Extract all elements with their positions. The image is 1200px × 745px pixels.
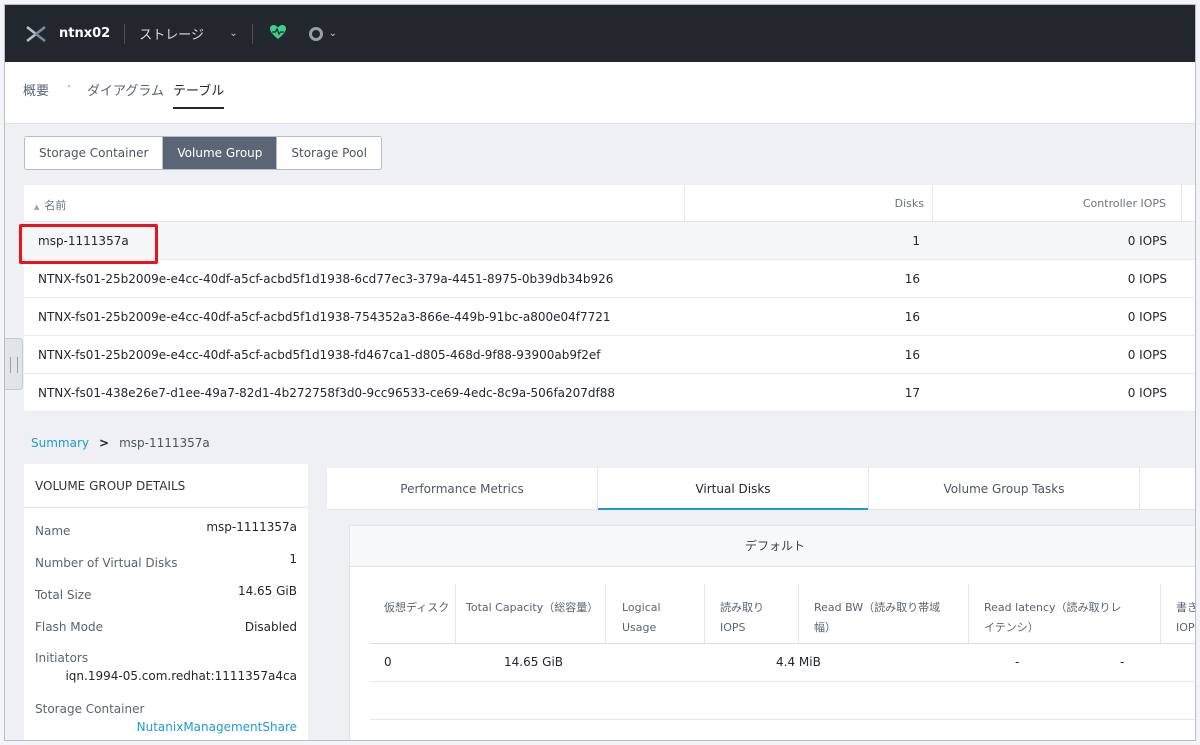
- column-header-vdisk[interactable]: 仮想ディスク: [384, 598, 450, 618]
- table-row[interactable]: msp-1111357a 1 0 IOPS: [24, 222, 1195, 260]
- column-divider: [704, 584, 705, 644]
- entity-type-tabs: Storage Container Volume Group Storage P…: [24, 136, 382, 170]
- sidebar-resize-handle[interactable]: [5, 338, 23, 390]
- table-row[interactable]: NTNX-fs01-25b2009e-e4cc-40df-a5cf-acbd5f…: [24, 336, 1195, 374]
- tab-divider: [1139, 468, 1140, 510]
- column-header-read-bw[interactable]: Read BW（読み取り帯域幅）: [814, 598, 949, 638]
- subnav-separator: ·: [155, 80, 160, 95]
- health-heart-icon[interactable]: [269, 24, 287, 43]
- column-divider: [1181, 185, 1182, 222]
- subnav-table[interactable]: テーブル: [173, 80, 225, 109]
- breadcrumb: Summary > msp-1111357a: [31, 436, 210, 450]
- cell-total-capacity: 14.65 GiB: [504, 655, 564, 669]
- nutanix-logo-icon[interactable]: [25, 23, 47, 45]
- view-subnav: 概要 · ダイアグラム · テーブル: [5, 62, 1195, 124]
- cell-extra: -: [1120, 655, 1125, 669]
- row-disks: 1: [912, 234, 920, 248]
- table-row-empty: [370, 720, 1195, 740]
- vdisk-table: 仮想ディスク Total Capacity（総容量） Logical Usage…: [370, 584, 1195, 740]
- row-disks: 16: [904, 272, 920, 286]
- sort-ascending-icon: ▲: [34, 203, 40, 211]
- table-row[interactable]: NTNX-fs01-438e26e7-d1ee-49a7-82d1-4b2727…: [24, 374, 1195, 412]
- cluster-name[interactable]: ntnx02: [59, 26, 110, 41]
- virtual-disks-tab-body: デフォルト 仮想ディスク Total Capacity（総容量） Logical…: [327, 510, 1195, 740]
- column-header-read-iops[interactable]: 読み取りIOPS: [720, 598, 772, 638]
- tab-storage-container[interactable]: Storage Container: [25, 137, 164, 169]
- table-row[interactable]: NTNX-fs01-25b2009e-e4cc-40df-a5cf-acbd5f…: [24, 260, 1195, 298]
- row-disks: 16: [904, 310, 920, 324]
- table-header: ▲ 名前 Disks Controller IOPS: [24, 185, 1195, 222]
- breadcrumb-summary-link[interactable]: Summary: [31, 436, 89, 450]
- divider: [251, 23, 253, 44]
- column-header-controller-iops[interactable]: Controller IOPS: [1064, 197, 1166, 210]
- table-row-empty: [370, 682, 1195, 720]
- column-header-logical-usage[interactable]: Logical Usage: [622, 598, 680, 638]
- detail-total-size: Total Size 14.65 GiB: [35, 584, 297, 602]
- subnav-diagram[interactable]: ダイアグラム: [87, 80, 164, 99]
- chevron-down-icon[interactable]: ⌄: [329, 28, 337, 39]
- column-header-name[interactable]: ▲ 名前: [34, 197, 66, 213]
- column-divider: [1160, 584, 1161, 644]
- app-window: ntnx02 ストレージ ⌄ ⌄ 概要 · ダイアグラム · テーブル Stor…: [4, 4, 1196, 741]
- cell-read-latency: -: [1015, 655, 1020, 669]
- tab-volume-group[interactable]: Volume Group: [163, 137, 278, 169]
- column-header-disks[interactable]: Disks: [874, 197, 924, 210]
- column-divider: [455, 584, 456, 644]
- column-divider: [605, 584, 606, 644]
- detail-tabs: Performance Metrics Virtual Disks Volume…: [327, 468, 1195, 510]
- table-row[interactable]: NTNX-fs01-25b2009e-e4cc-40df-a5cf-acbd5f…: [24, 298, 1195, 336]
- column-header-write-iops[interactable]: 書きIOP: [1176, 598, 1195, 638]
- vdisk-table-header: 仮想ディスク Total Capacity（総容量） Logical Usage…: [370, 584, 1195, 644]
- row-name: NTNX-fs01-25b2009e-e4cc-40df-a5cf-acbd5f…: [38, 310, 611, 324]
- row-iops: 0 IOPS: [1127, 386, 1167, 400]
- column-divider: [798, 584, 799, 644]
- tab-virtual-disks[interactable]: Virtual Disks: [598, 468, 868, 510]
- volume-group-details-panel: VOLUME GROUP DETAILS Name msp-1111357a Nu…: [24, 464, 308, 740]
- chevron-right-icon: >: [99, 436, 110, 450]
- highlight-annotation-box: [19, 224, 158, 264]
- tab-volume-group-tasks[interactable]: Volume Group Tasks: [869, 468, 1139, 510]
- row-name: NTNX-fs01-438e26e7-d1ee-49a7-82d1-4b2727…: [38, 386, 616, 400]
- subnav-separator: ·: [67, 80, 72, 95]
- chevron-down-icon[interactable]: ⌄: [229, 28, 237, 39]
- cell-logical-usage: 4.4 MiB: [776, 655, 821, 669]
- row-disks: 16: [904, 348, 920, 362]
- detail-storage-container: Storage Container NutanixManagementShare: [35, 702, 297, 734]
- column-divider: [932, 185, 933, 222]
- tab-performance-metrics[interactable]: Performance Metrics: [327, 468, 597, 510]
- cell-vdisk: 0: [384, 655, 392, 669]
- row-disks: 17: [904, 386, 920, 400]
- column-divider: [968, 584, 969, 644]
- column-header-total-capacity[interactable]: Total Capacity（総容量）: [466, 598, 598, 618]
- row-name: NTNX-fs01-25b2009e-e4cc-40df-a5cf-acbd5f…: [38, 348, 601, 362]
- alerts-circle-icon[interactable]: [308, 26, 323, 41]
- row-iops: 0 IOPS: [1127, 310, 1167, 324]
- row-iops: 0 IOPS: [1127, 348, 1167, 362]
- vdisk-panel-title: デフォルト: [350, 526, 1195, 567]
- details-header: VOLUME GROUP DETAILS: [24, 464, 308, 508]
- detail-flash-mode: Flash Mode Disabled: [35, 620, 297, 634]
- subnav-overview[interactable]: 概要: [23, 80, 49, 99]
- column-header-read-latency[interactable]: Read latency（読み取りレイテンシ）: [984, 598, 1129, 638]
- table-row[interactable]: 0 14.65 GiB 4.4 MiB - -: [370, 644, 1195, 682]
- detail-name: Name msp-1111357a: [35, 520, 297, 538]
- storage-container-link[interactable]: NutanixManagementShare: [35, 720, 297, 734]
- volume-group-table: ▲ 名前 Disks Controller IOPS msp-1111357a 1…: [24, 185, 1195, 412]
- detail-initiators: Initiators iqn.1994-05.com.redhat:1111357…: [35, 651, 297, 683]
- column-divider: [684, 185, 685, 222]
- row-name: NTNX-fs01-25b2009e-e4cc-40df-a5cf-acbd5f…: [38, 272, 614, 286]
- row-iops: 0 IOPS: [1127, 234, 1167, 248]
- section-selector-label[interactable]: ストレージ: [139, 24, 219, 43]
- breadcrumb-current: msp-1111357a: [119, 436, 210, 450]
- divider: [124, 23, 126, 44]
- grip-icon: [10, 357, 18, 373]
- tab-storage-pool[interactable]: Storage Pool: [277, 137, 381, 169]
- top-bar: ntnx02 ストレージ ⌄ ⌄: [5, 5, 1195, 62]
- detail-virtual-disks: Number of Virtual Disks 1: [35, 552, 297, 570]
- row-iops: 0 IOPS: [1127, 272, 1167, 286]
- vdisk-panel: デフォルト 仮想ディスク Total Capacity（総容量） Logical…: [349, 525, 1195, 740]
